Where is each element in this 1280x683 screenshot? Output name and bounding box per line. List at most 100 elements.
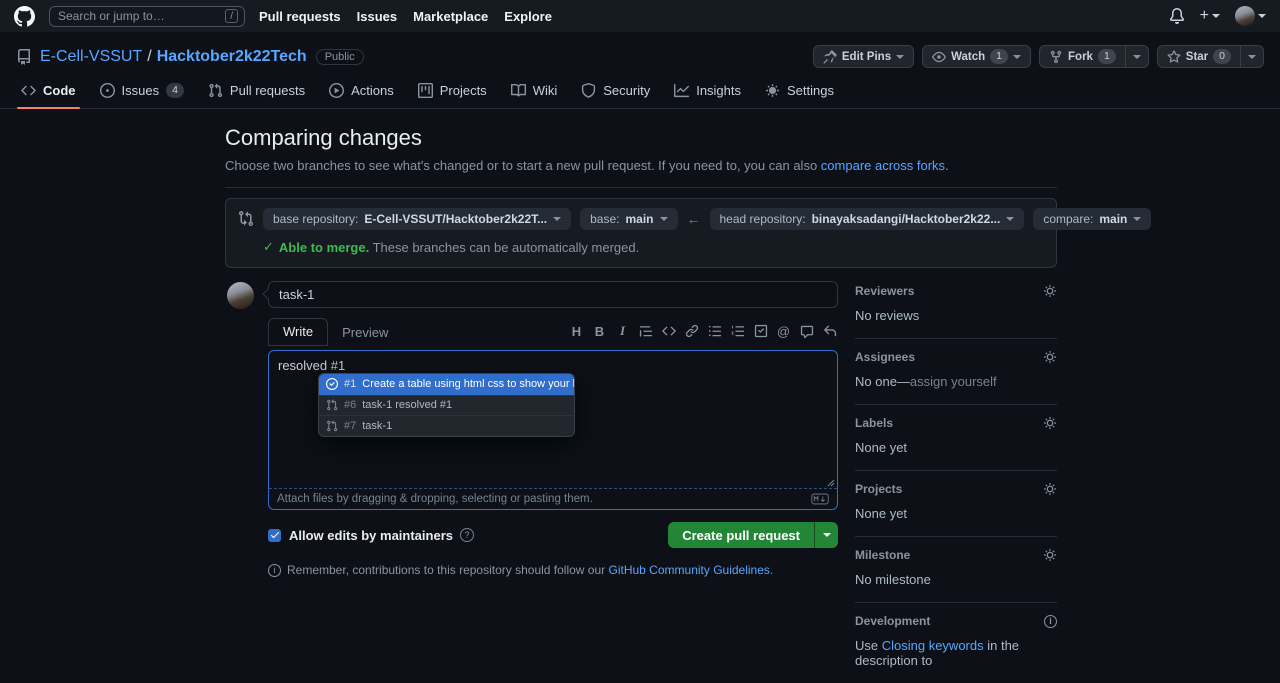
- base-branch-select[interactable]: base: main: [580, 208, 678, 230]
- gear-icon[interactable]: [1043, 482, 1057, 496]
- create-pull-request-dropdown[interactable]: [814, 522, 838, 548]
- tab-issues[interactable]: Issues 4: [91, 76, 193, 108]
- bell-icon[interactable]: [1169, 8, 1185, 24]
- mention-icon[interactable]: @: [775, 323, 792, 339]
- resize-grip[interactable]: [827, 479, 835, 487]
- tab-preview[interactable]: Preview: [328, 320, 402, 346]
- sidebar-section-milestone: Milestone No milestone: [855, 537, 1057, 603]
- link-icon[interactable]: [683, 323, 700, 339]
- star-button[interactable]: Star 0: [1156, 45, 1241, 68]
- graph-icon: [674, 83, 690, 98]
- milestone-header[interactable]: Milestone: [855, 548, 1057, 562]
- nav-pull-requests[interactable]: Pull requests: [259, 9, 341, 24]
- unordered-list-icon[interactable]: [706, 323, 723, 339]
- tasklist-icon[interactable]: [752, 323, 769, 339]
- tab-label: Pull requests: [229, 83, 306, 98]
- compare-across-forks-link[interactable]: compare across forks: [821, 158, 945, 173]
- compare-branch-select[interactable]: compare: main: [1033, 208, 1152, 230]
- branch-selector-box: base repository: E-Cell-VSSUT/Hacktober2…: [225, 198, 1152, 268]
- tab-projects[interactable]: Projects: [409, 76, 496, 108]
- pr-body-editor: resolved #1 #1 Create a table using html…: [268, 350, 838, 510]
- reviewers-header[interactable]: Reviewers: [855, 284, 1057, 298]
- tab-code[interactable]: Code: [12, 76, 85, 109]
- nav-explore[interactable]: Explore: [504, 9, 552, 24]
- allow-edits-checkbox[interactable]: [268, 528, 281, 542]
- merge-status-text: These branches can be automatically merg…: [369, 239, 640, 255]
- development-header: Development i: [855, 614, 1057, 628]
- pr-title-input[interactable]: [268, 281, 838, 308]
- bold-icon[interactable]: B: [591, 323, 608, 339]
- tab-wiki[interactable]: Wiki: [502, 76, 567, 108]
- nav-marketplace[interactable]: Marketplace: [413, 9, 488, 24]
- tab-security[interactable]: Security: [572, 76, 659, 108]
- reviewers-value: No reviews: [855, 308, 920, 323]
- code-icon[interactable]: [660, 323, 677, 339]
- fork-dropdown-button[interactable]: [1125, 45, 1149, 68]
- heading-icon[interactable]: H: [568, 323, 585, 339]
- tab-label: Actions: [351, 83, 394, 98]
- labels-value: None yet: [855, 440, 908, 455]
- suggestion-item[interactable]: #1 Create a table using html css to show…: [319, 374, 574, 395]
- repo-actions: Edit Pins Watch 1 Fork 1 Star 0: [812, 45, 1264, 68]
- create-pull-request-button[interactable]: Create pull request: [668, 522, 814, 548]
- create-pull-request-split-button: Create pull request: [668, 522, 838, 548]
- head-repository-select[interactable]: head repository: binayaksadangi/Hacktobe…: [709, 208, 1025, 230]
- star-icon: [1167, 49, 1181, 63]
- plus-icon: +: [1199, 7, 1209, 24]
- assign-yourself-link[interactable]: assign yourself: [910, 374, 997, 389]
- suggestion-item[interactable]: #6 task-1 resolved #1: [319, 394, 574, 416]
- chevron-down-icon: [659, 217, 668, 225]
- base-repository-select[interactable]: base repository: E-Cell-VSSUT/Hacktober2…: [263, 208, 572, 230]
- tab-write[interactable]: Write: [268, 318, 329, 346]
- create-new-menu[interactable]: +: [1200, 8, 1220, 24]
- labels-header[interactable]: Labels: [855, 416, 1057, 430]
- tab-settings[interactable]: Settings: [756, 76, 843, 108]
- tab-actions[interactable]: Actions: [320, 76, 403, 108]
- tab-insights[interactable]: Insights: [665, 76, 750, 108]
- closing-keywords-link[interactable]: Closing keywords: [882, 638, 984, 653]
- ordered-list-icon[interactable]: [729, 323, 746, 339]
- sidebar-section-labels: Labels None yet: [855, 405, 1057, 471]
- tab-label: Issues: [121, 83, 160, 98]
- italic-icon[interactable]: I: [614, 323, 631, 339]
- community-guidelines-link[interactable]: GitHub Community Guidelines: [609, 563, 770, 577]
- star-dropdown-button[interactable]: [1241, 45, 1264, 68]
- reply-icon[interactable]: [821, 323, 838, 339]
- nav-issues[interactable]: Issues: [357, 9, 397, 24]
- question-icon[interactable]: ?: [460, 528, 474, 542]
- section-title: Assignees: [855, 350, 916, 364]
- info-icon[interactable]: i: [1044, 614, 1057, 628]
- tab-pull-requests[interactable]: Pull requests: [199, 76, 314, 108]
- fork-button[interactable]: Fork 1: [1039, 45, 1126, 68]
- global-search[interactable]: /: [49, 5, 245, 27]
- gear-icon[interactable]: [1043, 350, 1057, 364]
- assignees-header[interactable]: Assignees: [855, 350, 1057, 364]
- section-title: Milestone: [855, 548, 911, 562]
- gear-icon[interactable]: [1043, 284, 1057, 298]
- markdown-icon: [811, 493, 829, 505]
- note-period: .: [769, 563, 774, 577]
- watch-button[interactable]: Watch 1: [922, 45, 1032, 68]
- pr-form-column: Write Preview H B I @: [225, 281, 838, 683]
- user-menu[interactable]: [1235, 6, 1266, 26]
- projects-header[interactable]: Projects: [855, 482, 1057, 496]
- chevron-down-icon: [1013, 54, 1022, 63]
- visibility-badge: Public: [315, 48, 364, 65]
- quote-icon[interactable]: [637, 323, 654, 339]
- gear-icon[interactable]: [1043, 416, 1057, 430]
- page-title: Comparing changes: [225, 125, 422, 150]
- attach-files-bar[interactable]: Attach files by dragging & dropping, sel…: [269, 488, 837, 509]
- repo-owner-link[interactable]: E-Cell-VSSUT: [40, 48, 142, 66]
- suggestion-item[interactable]: #7 task-1: [319, 415, 574, 436]
- github-logo-icon[interactable]: [14, 5, 35, 27]
- gear-icon: [765, 83, 780, 98]
- gear-icon[interactable]: [1043, 548, 1057, 562]
- cross-reference-icon[interactable]: [798, 323, 815, 339]
- repo-name-link[interactable]: Hacktober2k22Tech: [157, 48, 307, 66]
- eye-icon: [932, 51, 946, 62]
- tab-label: Security: [603, 83, 651, 98]
- editor-tab-bar: Write Preview H B I @: [268, 318, 838, 346]
- search-input[interactable]: [56, 8, 226, 24]
- base-repo-label: base repository:: [273, 212, 359, 226]
- edit-pins-button[interactable]: Edit Pins: [812, 45, 915, 68]
